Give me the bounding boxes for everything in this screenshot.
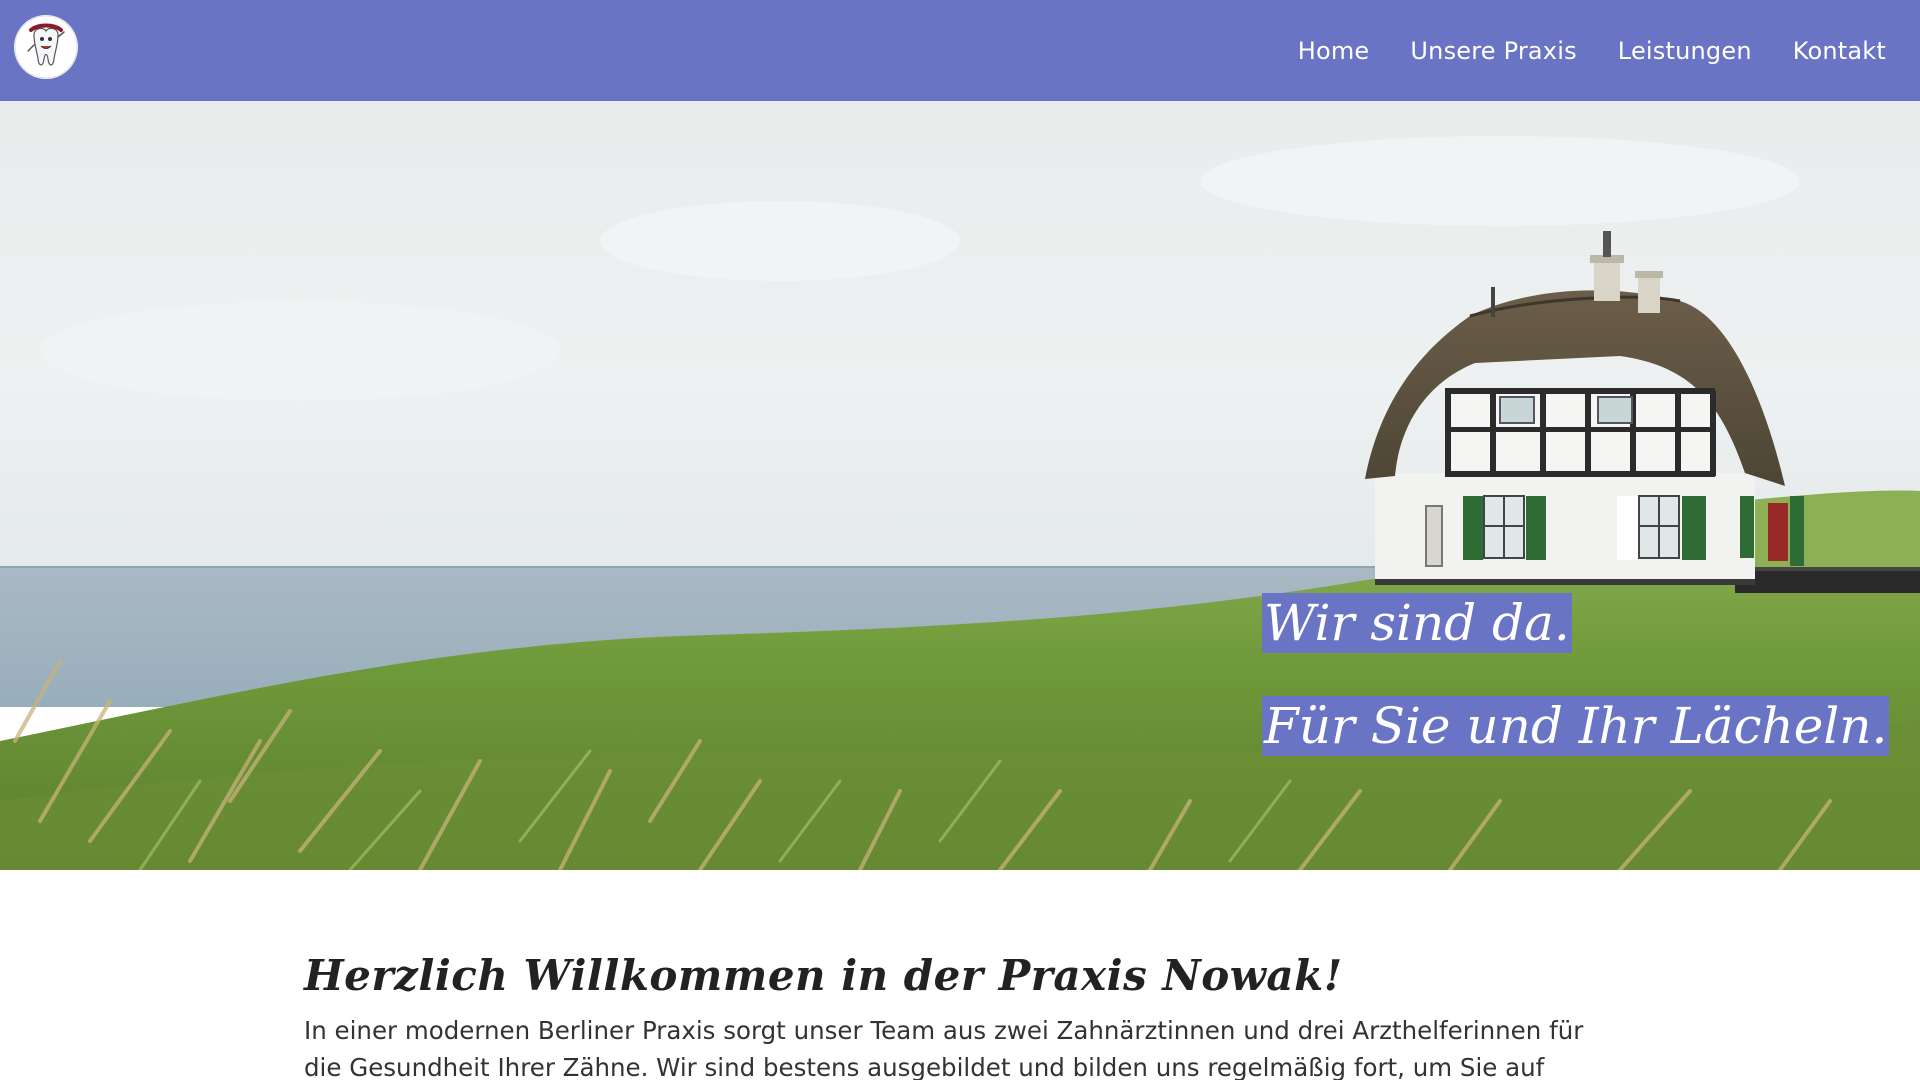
main-content: Herzlich Willkommen in der Praxis Nowak!… — [304, 946, 1614, 1080]
tooth-mascot-icon — [14, 15, 78, 79]
main-nav: Home Unsere Praxis Leistungen Kontakt — [1298, 0, 1886, 101]
nav-unsere-praxis[interactable]: Unsere Praxis — [1410, 37, 1576, 65]
hero-tagline-1: Wir sind da. — [1262, 593, 1572, 653]
intro-paragraph: In einer modernen Berliner Praxis sorgt … — [304, 1016, 1584, 1080]
site-header: Home Unsere Praxis Leistungen Kontakt — [0, 0, 1920, 101]
nav-home[interactable]: Home — [1298, 37, 1370, 65]
hero-tagline-2: Für Sie und Ihr Lächeln. — [1262, 696, 1890, 756]
nav-kontakt[interactable]: Kontakt — [1793, 37, 1886, 65]
hero-banner: Wir sind da. Für Sie und Ihr Lächeln. — [0, 101, 1920, 870]
page-title: Herzlich Willkommen in der Praxis Nowak! — [304, 951, 1343, 1000]
nav-leistungen[interactable]: Leistungen — [1618, 37, 1752, 65]
logo[interactable] — [14, 15, 78, 79]
